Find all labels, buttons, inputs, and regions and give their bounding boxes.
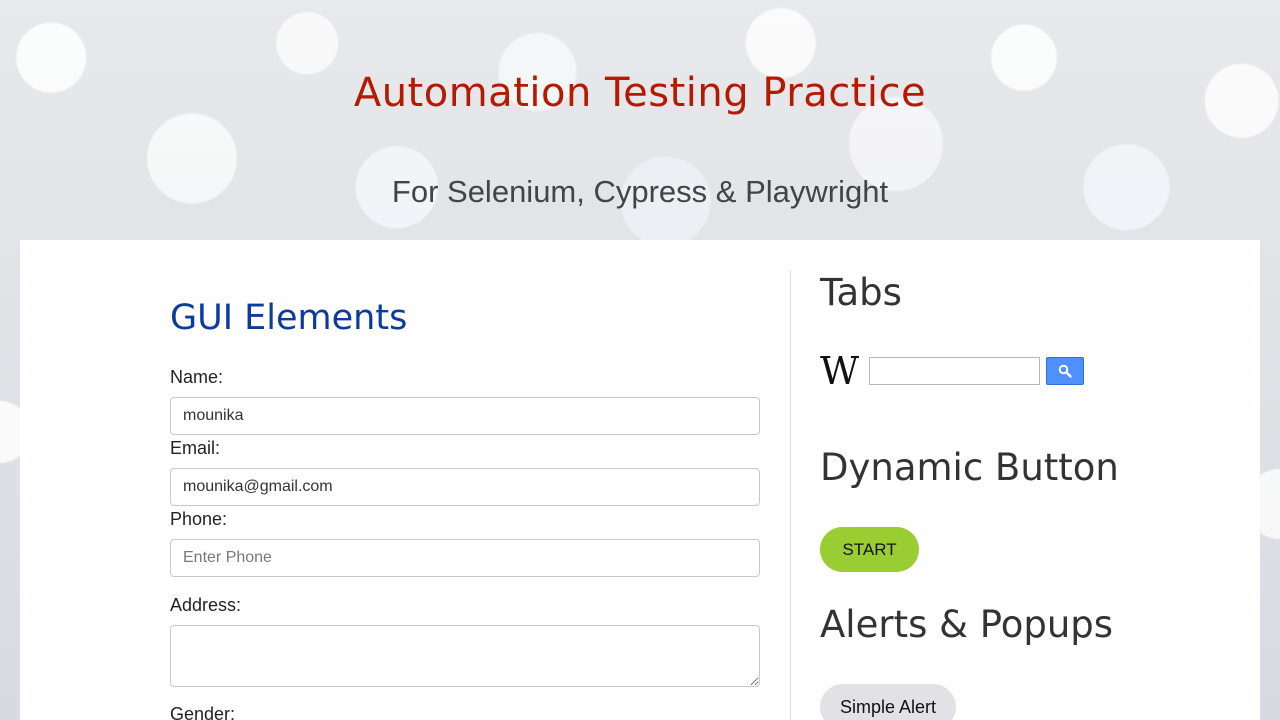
search-icon (1058, 364, 1072, 378)
wikipedia-search-input[interactable] (869, 357, 1040, 385)
gui-elements-title: GUI Elements (170, 298, 408, 338)
phone-input[interactable] (170, 539, 760, 577)
simple-alert-button[interactable]: Simple Alert (820, 684, 956, 720)
column-divider (790, 270, 791, 720)
wikipedia-search-button[interactable] (1046, 357, 1084, 385)
address-label: Address: (170, 595, 242, 615)
site-subtitle: For Selenium, Cypress & Playwright (391, 174, 889, 209)
email-input[interactable] (170, 468, 760, 506)
name-input[interactable] (170, 397, 760, 435)
address-textarea[interactable] (170, 625, 760, 687)
gender-label: Gender: (170, 704, 236, 720)
email-label: Email: (170, 438, 221, 458)
start-button[interactable]: START (820, 527, 919, 572)
page-header: Automation Testing Practice For Selenium… (0, 0, 1280, 240)
phone-label: Phone: (170, 509, 228, 529)
name-label: Name: (170, 367, 224, 387)
wikipedia-logo-icon: W (820, 349, 859, 393)
tabs-title: Tabs (820, 271, 902, 314)
site-title: Automation Testing Practice (353, 70, 927, 116)
alerts-popups-title: Alerts & Popups (820, 603, 1114, 646)
main-content: GUI Elements Name: Email: Phone: Address… (20, 240, 1260, 720)
dynamic-button-title: Dynamic Button (820, 446, 1119, 489)
